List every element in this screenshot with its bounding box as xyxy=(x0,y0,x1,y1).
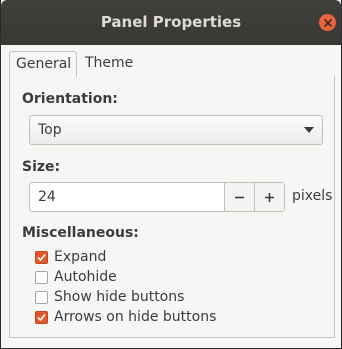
orientation-value: Top xyxy=(38,122,62,138)
window-title: Panel Properties xyxy=(100,13,242,31)
tab-theme[interactable]: Theme xyxy=(79,51,141,77)
checkbox-checked-icon xyxy=(35,310,48,324)
general-tab-panel: Orientation: Top Size: pixels Miscellane… xyxy=(9,76,335,338)
checkbox-unchecked-icon xyxy=(35,270,48,284)
orientation-dropdown[interactable]: Top xyxy=(29,115,323,145)
arrows-on-hide-buttons-label: Arrows on hide buttons xyxy=(54,309,217,325)
orientation-label: Orientation: xyxy=(22,91,118,107)
plus-icon xyxy=(265,192,275,202)
size-increment-button[interactable] xyxy=(254,183,284,211)
tab-general[interactable]: General xyxy=(9,51,77,77)
close-button[interactable] xyxy=(319,14,336,31)
expand-label: Expand xyxy=(54,249,107,265)
chevron-down-icon xyxy=(304,127,314,133)
expand-checkbox[interactable]: Expand xyxy=(35,248,106,266)
miscellaneous-label: Miscellaneous: xyxy=(22,225,139,241)
close-icon xyxy=(323,18,332,27)
size-spinbutton xyxy=(29,182,285,212)
panel-properties-window: Panel Properties General Theme Orientati… xyxy=(0,0,342,349)
minus-icon xyxy=(235,196,245,198)
show-hide-buttons-label: Show hide buttons xyxy=(54,289,185,305)
size-label: Size: xyxy=(22,159,61,175)
size-unit-label: pixels xyxy=(292,188,333,204)
show-hide-buttons-checkbox[interactable]: Show hide buttons xyxy=(35,288,184,306)
checkbox-unchecked-icon xyxy=(35,290,48,304)
autohide-checkbox[interactable]: Autohide xyxy=(35,268,117,286)
autohide-label: Autohide xyxy=(54,269,117,285)
size-input[interactable] xyxy=(30,183,225,211)
size-decrement-button[interactable] xyxy=(224,183,255,211)
checkbox-checked-icon xyxy=(35,250,48,264)
arrows-on-hide-buttons-checkbox[interactable]: Arrows on hide buttons xyxy=(35,308,216,326)
title-bar: Panel Properties xyxy=(1,0,341,45)
